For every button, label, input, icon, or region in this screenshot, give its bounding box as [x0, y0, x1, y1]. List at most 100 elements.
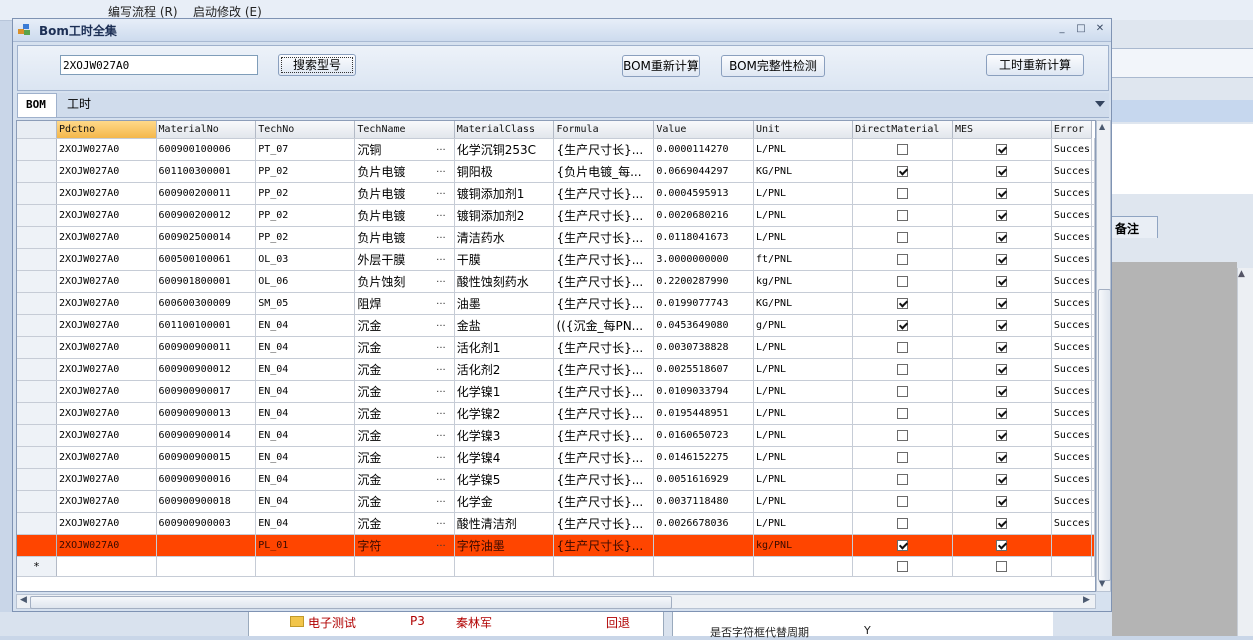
cell-techname[interactable]: 沉金... [354, 446, 455, 469]
cell-formula[interactable]: {生产尺寸长}... [553, 402, 655, 425]
cell-formula[interactable]: {生产尺寸长}... [553, 182, 655, 205]
cell-techname[interactable]: 负片蚀刻... [354, 270, 455, 293]
cell-error[interactable]: Succes [1051, 490, 1093, 513]
model-search-input[interactable] [60, 55, 258, 75]
row-header[interactable] [17, 138, 58, 161]
search-model-button[interactable]: 搜索型号 [278, 54, 356, 76]
table-row[interactable]: 2XOJW027A0 600902500014 PP_02 负片电镀... 清洁药水 {生… [17, 226, 1095, 249]
column-header-mes[interactable]: MES [952, 121, 1052, 139]
cell-formula[interactable]: (({沉金_每PN... [553, 314, 655, 337]
cell-directmaterial[interactable] [852, 336, 953, 359]
ellipsis-button-icon[interactable]: ... [436, 164, 446, 175]
cell-mes[interactable] [952, 138, 1052, 161]
cell-directmaterial[interactable] [852, 270, 953, 293]
cell-materialno[interactable]: 600900900003 [156, 512, 257, 535]
hours-recalculate-button[interactable]: 工时重新计算 [986, 54, 1084, 76]
tab-hours[interactable]: 工时 [59, 93, 99, 117]
cell-materialclass[interactable]: 油墨 [454, 292, 555, 315]
table-row[interactable]: 2XOJW027A0 600900900014 EN_04 沉金... 化学镍3 {生产尺… [17, 424, 1095, 447]
scroll-up-icon[interactable]: ▲ [1238, 269, 1245, 279]
cell-materialclass[interactable]: 铜阳极 [454, 160, 555, 183]
cell-techno[interactable]: PP_02 [255, 160, 356, 183]
cell-techno[interactable]: PP_02 [255, 182, 356, 205]
cell-error[interactable]: Succes [1051, 204, 1093, 227]
cell-materialno[interactable]: 600500100061 [156, 248, 257, 271]
cell-materialno[interactable]: 600900900018 [156, 490, 257, 513]
cell-techno[interactable]: PP_02 [255, 204, 356, 227]
cell-unit[interactable]: L/PNL [753, 380, 854, 403]
cell-mes[interactable] [952, 534, 1052, 557]
new-row-cell[interactable] [255, 556, 356, 577]
directmaterial-checkbox[interactable] [897, 210, 909, 221]
cell-formula[interactable]: {生产尺寸长}... [553, 292, 655, 315]
cell-mes[interactable] [952, 490, 1052, 513]
cell-unit[interactable]: L/PNL [753, 138, 854, 161]
row-header[interactable] [17, 490, 58, 513]
cell-mes[interactable] [952, 512, 1052, 535]
ellipsis-button-icon[interactable]: ... [436, 384, 446, 395]
chevron-down-icon[interactable] [1095, 101, 1105, 107]
new-row-cell[interactable] [1051, 556, 1093, 577]
row-header[interactable] [17, 204, 58, 227]
cell-materialclass[interactable]: 化学镍5 [454, 468, 555, 491]
mes-checkbox[interactable] [996, 408, 1008, 419]
row-header[interactable] [17, 336, 58, 359]
mes-checkbox[interactable] [996, 364, 1008, 375]
minimize-icon[interactable]: _ [1055, 22, 1069, 36]
directmaterial-checkbox[interactable] [897, 561, 909, 572]
cell-techno[interactable]: EN_04 [255, 468, 356, 491]
cell-formula[interactable]: {生产尺寸长}... [553, 380, 655, 403]
directmaterial-checkbox[interactable] [897, 188, 909, 199]
cell-techname[interactable]: 负片电镀... [354, 204, 455, 227]
cell-unit[interactable]: L/PNL [753, 402, 854, 425]
cell-directmaterial[interactable] [852, 468, 953, 491]
cell-techno[interactable]: EN_04 [255, 358, 356, 381]
cell-pdctno[interactable]: 2XOJW027A0 [56, 314, 157, 337]
cell-error[interactable] [1051, 534, 1093, 557]
cell-materialno[interactable]: 600900900011 [156, 336, 257, 359]
new-row-cell[interactable] [753, 556, 854, 577]
cell-error[interactable]: Succes [1051, 358, 1093, 381]
cell-unit[interactable]: L/PNL [753, 424, 854, 447]
cell-materialclass[interactable]: 化学沉铜253C [454, 138, 555, 161]
directmaterial-checkbox[interactable] [897, 474, 909, 485]
cell-materialno[interactable] [156, 534, 257, 557]
cell-pdctno[interactable]: 2XOJW027A0 [56, 182, 157, 205]
directmaterial-checkbox[interactable] [897, 232, 909, 243]
cell-techno[interactable]: EN_04 [255, 446, 356, 469]
new-row-cell[interactable] [156, 556, 257, 577]
ellipsis-button-icon[interactable]: ... [436, 472, 446, 483]
table-row[interactable]: 2XOJW027A0 600900900016 EN_04 沉金... 化学镍5 {生产尺… [17, 468, 1095, 491]
cell-error[interactable]: Succes [1051, 314, 1093, 337]
column-header-techname[interactable]: TechName [354, 121, 455, 139]
cell-unit[interactable]: KG/PNL [753, 292, 854, 315]
ellipsis-button-icon[interactable]: ... [436, 318, 446, 329]
cell-value[interactable]: 0.0020680216 [653, 204, 754, 227]
cell-directmaterial[interactable] [852, 248, 953, 271]
cell-techno[interactable]: OL_06 [255, 270, 356, 293]
cell-pdctno[interactable]: 2XOJW027A0 [56, 534, 157, 557]
cell-techno[interactable]: PL_01 [255, 534, 356, 557]
cell-value[interactable]: 0.0004595913 [653, 182, 754, 205]
cell-materialclass[interactable]: 酸性蚀刻药水 [454, 270, 555, 293]
cell-techno[interactable]: EN_04 [255, 314, 356, 337]
cell-value[interactable]: 0.0669044297 [653, 160, 754, 183]
cell-error[interactable]: Succes [1051, 468, 1093, 491]
cell-techno[interactable]: EN_04 [255, 490, 356, 513]
cell-materialclass[interactable]: 化学金 [454, 490, 555, 513]
row-header[interactable] [17, 534, 58, 557]
cell-pdctno[interactable]: 2XOJW027A0 [56, 490, 157, 513]
cell-materialclass[interactable]: 酸性清洁剂 [454, 512, 555, 535]
cell-materialno[interactable]: 600900900012 [156, 358, 257, 381]
cell-materialno[interactable]: 600900100006 [156, 138, 257, 161]
ellipsis-button-icon[interactable]: ... [436, 494, 446, 505]
cell-pdctno[interactable]: 2XOJW027A0 [56, 336, 157, 359]
cell-pdctno[interactable]: 2XOJW027A0 [56, 512, 157, 535]
mes-checkbox[interactable] [996, 210, 1008, 221]
bom-recalculate-button[interactable]: BOM重新计算 [622, 55, 700, 77]
row-header[interactable] [17, 380, 58, 403]
cell-pdctno[interactable]: 2XOJW027A0 [56, 446, 157, 469]
cell-pdctno[interactable]: 2XOJW027A0 [56, 248, 157, 271]
cell-formula[interactable]: {生产尺寸长}... [553, 512, 655, 535]
cell-materialno[interactable]: 600902500014 [156, 226, 257, 249]
